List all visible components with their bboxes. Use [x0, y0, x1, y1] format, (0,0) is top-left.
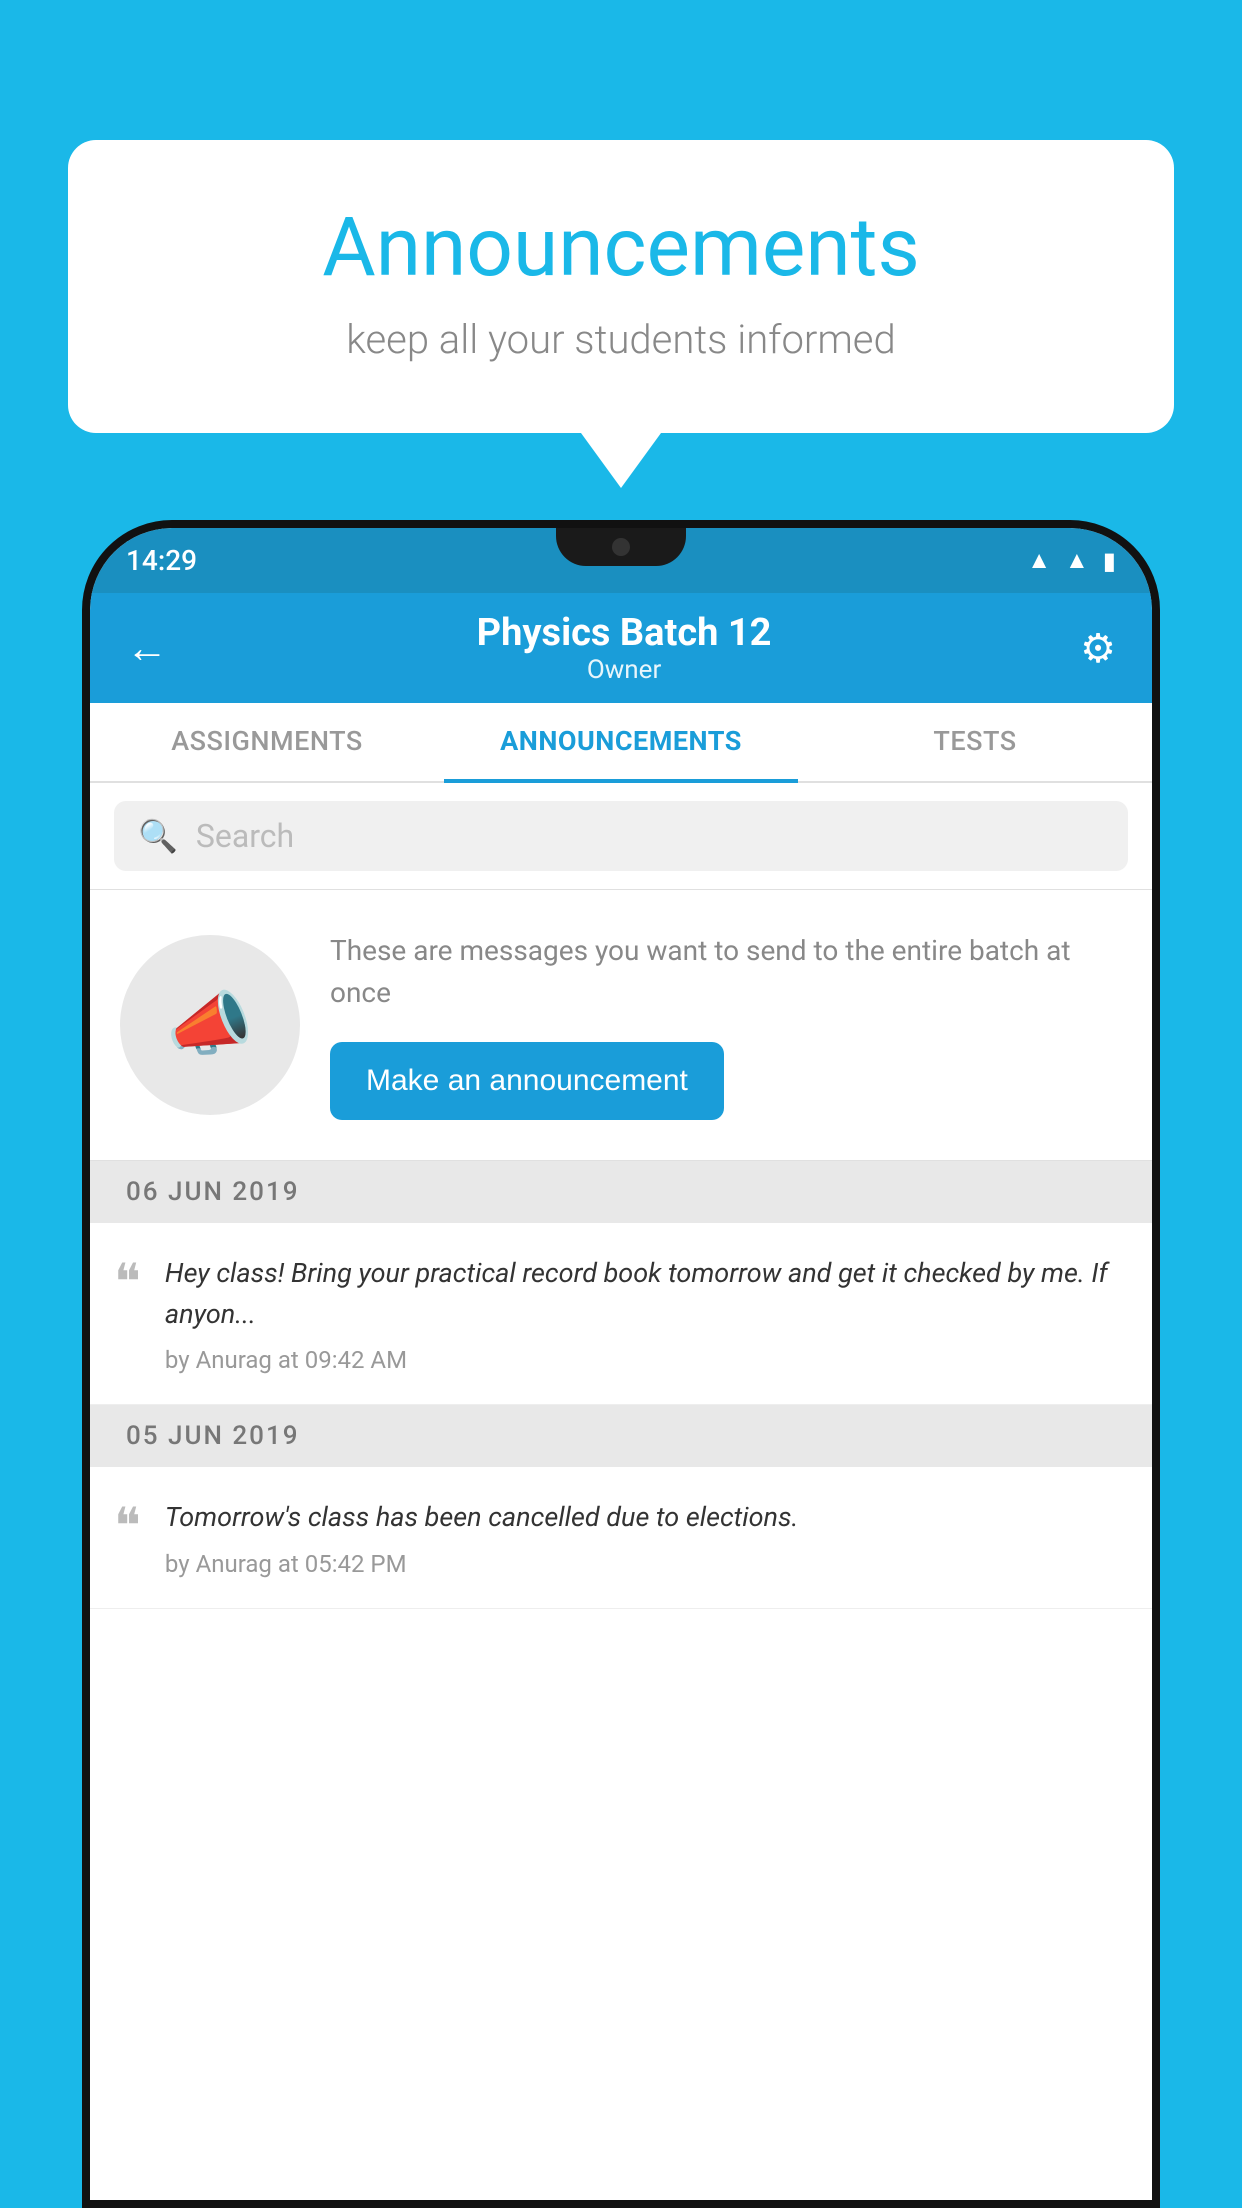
- megaphone-icon: 📣: [166, 984, 253, 1066]
- date-separator-2: 05 JUN 2019: [90, 1405, 1152, 1467]
- search-placeholder: Search: [196, 817, 294, 855]
- bubble-subtitle: keep all your students informed: [118, 316, 1124, 363]
- header-center: Physics Batch 12 Owner: [168, 611, 1080, 685]
- speech-bubble-card: Announcements keep all your students inf…: [68, 140, 1174, 433]
- phone-frame: 14:29 ▲ ▲ ▮ ← Physics Batch 12 Owner ⚙ A…: [82, 520, 1160, 2208]
- promo-content: These are messages you want to send to t…: [330, 930, 1122, 1120]
- phone-notch: [556, 528, 686, 566]
- announcement-text-2: Tomorrow's class has been cancelled due …: [165, 1497, 1122, 1538]
- promo-description: These are messages you want to send to t…: [330, 930, 1122, 1014]
- announcement-item-1[interactable]: ❝ Hey class! Bring your practical record…: [90, 1223, 1152, 1405]
- megaphone-circle: 📣: [120, 935, 300, 1115]
- quote-icon-1: ❝: [114, 1257, 141, 1307]
- tab-assignments[interactable]: ASSIGNMENTS: [90, 703, 444, 783]
- announcement-item-2[interactable]: ❝ Tomorrow's class has been cancelled du…: [90, 1467, 1152, 1609]
- tab-tests[interactable]: TESTS: [798, 703, 1152, 783]
- tab-announcements[interactable]: ANNOUNCEMENTS: [444, 703, 798, 783]
- search-icon: 🔍: [138, 817, 178, 855]
- app-header: ← Physics Batch 12 Owner ⚙: [90, 593, 1152, 703]
- wifi-icon: ▲: [1027, 546, 1051, 575]
- announcement-text-1: Hey class! Bring your practical record b…: [165, 1253, 1122, 1334]
- announcement-meta-1: by Anurag at 09:42 AM: [165, 1346, 1122, 1374]
- search-section: 🔍 Search: [90, 783, 1152, 890]
- announcement-text-wrap-1: Hey class! Bring your practical record b…: [165, 1253, 1122, 1374]
- announcement-meta-2: by Anurag at 05:42 PM: [165, 1550, 1122, 1578]
- volume-button: [82, 728, 86, 808]
- bubble-tail: [581, 433, 661, 488]
- status-time: 14:29: [126, 544, 197, 577]
- owner-label: Owner: [168, 655, 1080, 685]
- back-button[interactable]: ←: [126, 624, 168, 673]
- power-button: [1156, 808, 1160, 928]
- main-content: 🔍 Search 📣 These are messages you want t…: [90, 783, 1152, 1609]
- bubble-title: Announcements: [118, 200, 1124, 296]
- search-input[interactable]: 🔍 Search: [114, 801, 1128, 871]
- battery-icon: ▮: [1103, 547, 1116, 575]
- promo-section: 📣 These are messages you want to send to…: [90, 890, 1152, 1161]
- make-announcement-button[interactable]: Make an announcement: [330, 1042, 724, 1120]
- batch-title: Physics Batch 12: [168, 611, 1080, 655]
- signal-icon: ▲: [1065, 546, 1089, 575]
- speech-bubble-section: Announcements keep all your students inf…: [68, 140, 1174, 488]
- announcement-text-wrap-2: Tomorrow's class has been cancelled due …: [165, 1497, 1122, 1578]
- date-separator-1: 06 JUN 2019: [90, 1161, 1152, 1223]
- tab-bar: ASSIGNMENTS ANNOUNCEMENTS TESTS: [90, 703, 1152, 783]
- phone-screen: 14:29 ▲ ▲ ▮ ← Physics Batch 12 Owner ⚙ A…: [90, 528, 1152, 2200]
- quote-icon-2: ❝: [114, 1501, 141, 1551]
- settings-icon[interactable]: ⚙: [1080, 625, 1116, 672]
- status-icons: ▲ ▲ ▮: [1027, 546, 1116, 575]
- front-camera: [612, 538, 630, 556]
